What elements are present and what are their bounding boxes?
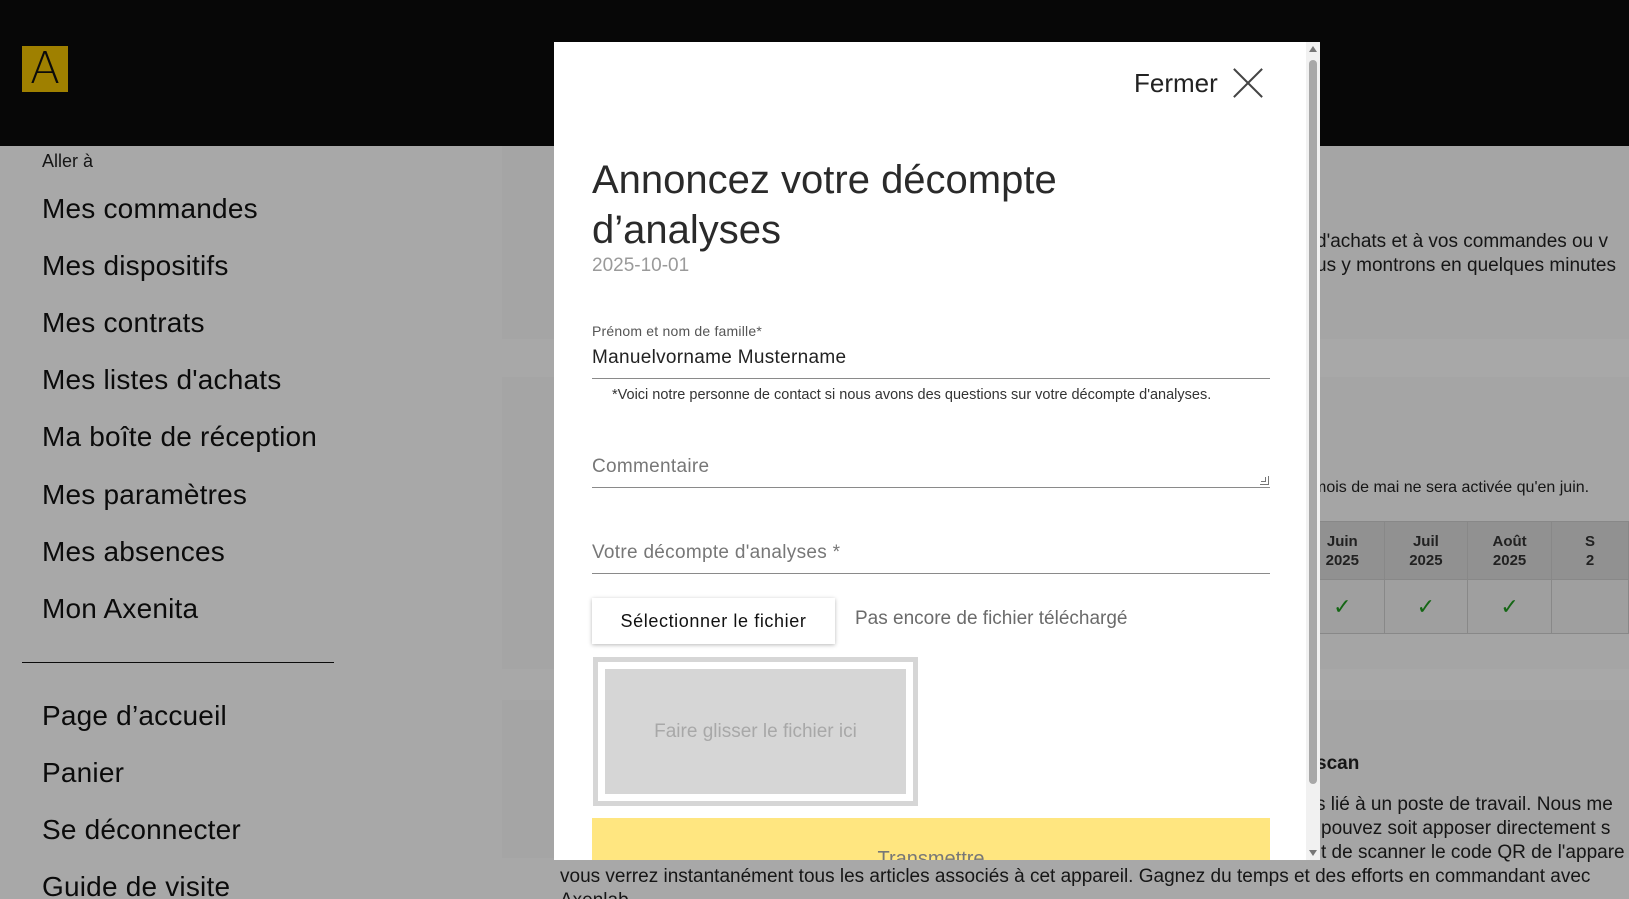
file-dropzone[interactable]: Faire glisser le fichier ici	[593, 657, 918, 806]
modal-title: Annoncez votre décompte d’analyses	[592, 158, 1057, 252]
select-file-button[interactable]: Sélectionner le fichier	[592, 598, 835, 644]
close-label: Fermer	[1134, 67, 1218, 98]
analysis-report-modal: Fermer Annoncez votre décompte d’analyse…	[554, 42, 1320, 860]
modal-scrollbar[interactable]	[1306, 42, 1320, 860]
close-icon	[1232, 67, 1264, 99]
name-field-label: Prénom et nom de famille*	[592, 323, 762, 339]
analysis-field-underline	[592, 573, 1270, 574]
resize-handle-icon[interactable]	[1260, 476, 1269, 485]
submit-button[interactable]: Transmettre	[592, 818, 1270, 860]
scroll-up-icon[interactable]	[1309, 46, 1317, 52]
modal-date: 2025-10-01	[592, 255, 690, 276]
contact-hint: *Voici notre personne de contact si nous…	[612, 387, 1212, 403]
dropzone-label: Faire glisser le fichier ici	[654, 720, 857, 742]
close-button[interactable]: Fermer	[1134, 62, 1264, 104]
comment-field[interactable]: Commentaire	[592, 456, 709, 478]
file-status: Pas encore de fichier téléchargé	[855, 608, 1128, 629]
comment-field-underline	[592, 487, 1270, 488]
scroll-down-icon[interactable]	[1309, 850, 1317, 856]
name-field[interactable]: Manuelvorname Mustername	[592, 347, 846, 369]
name-field-underline	[592, 378, 1270, 379]
dropzone-area: Faire glisser le fichier ici	[605, 669, 906, 794]
analysis-file-field[interactable]: Votre décompte d'analyses *	[592, 542, 840, 564]
scrollbar-thumb[interactable]	[1309, 60, 1317, 784]
